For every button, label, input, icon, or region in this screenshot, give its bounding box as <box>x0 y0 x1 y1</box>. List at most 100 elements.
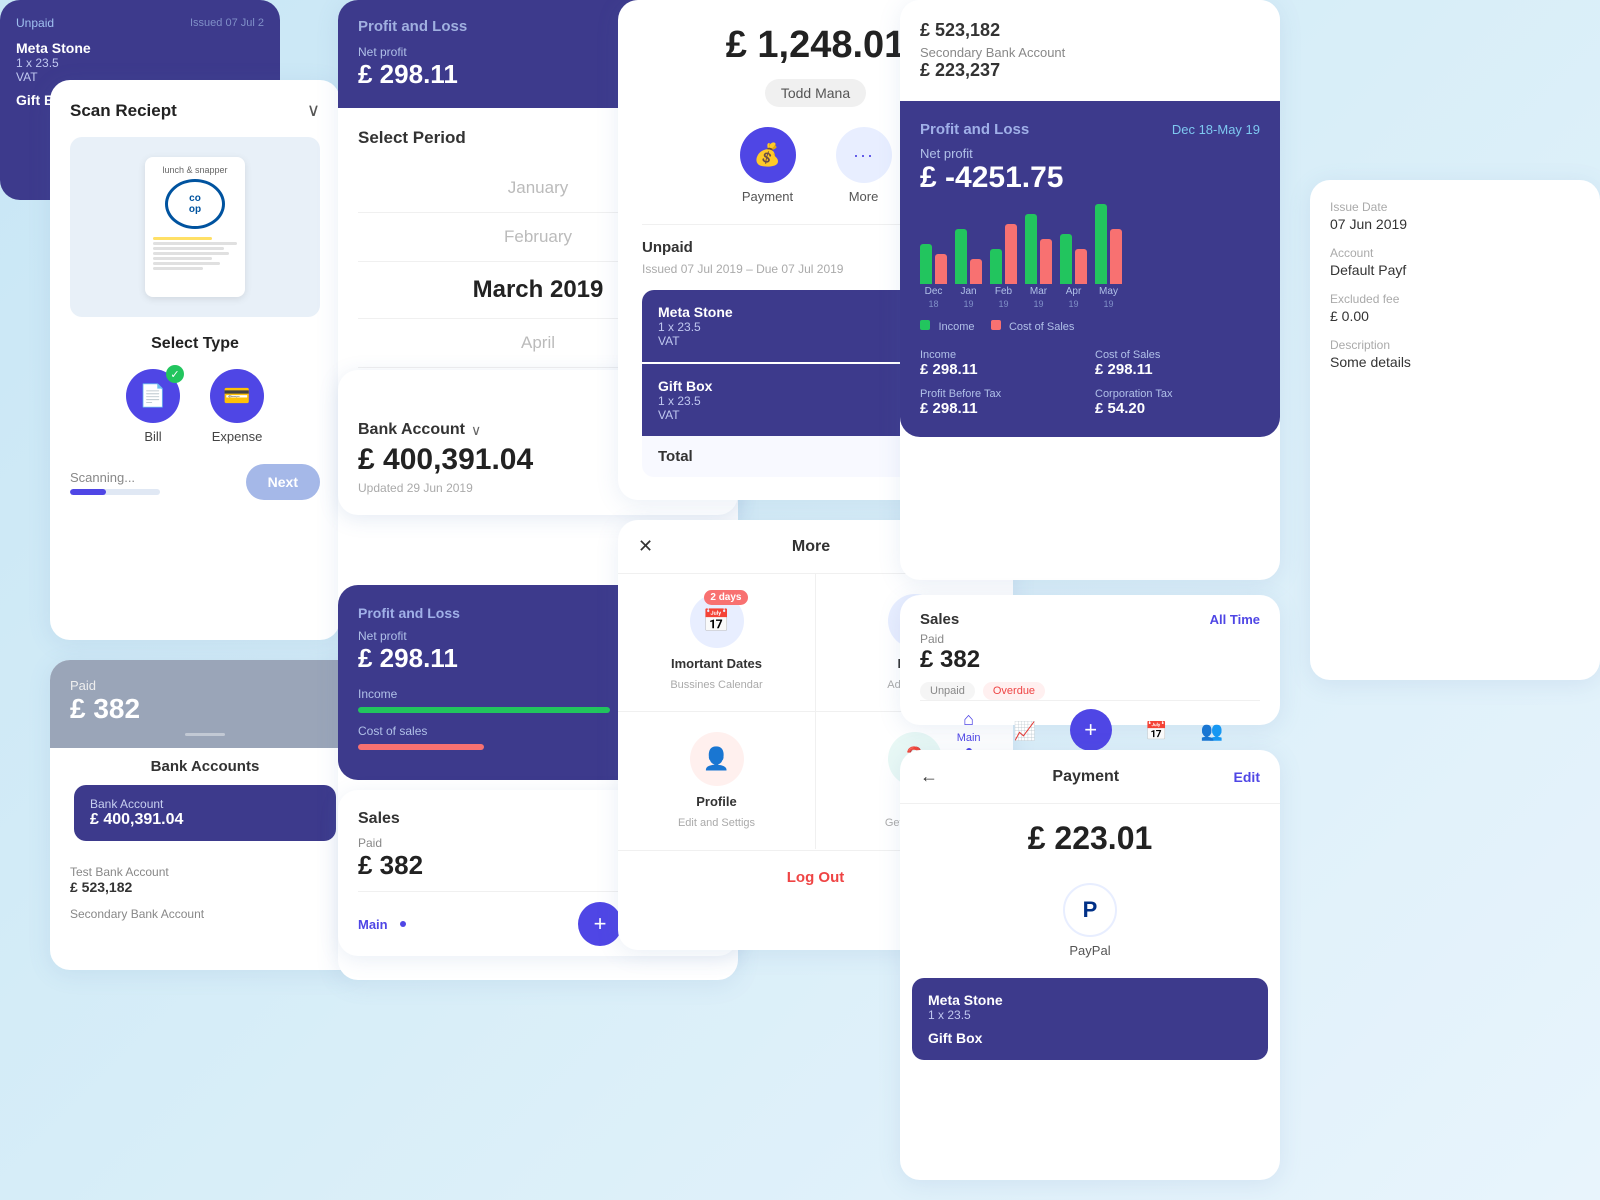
scan-receipt-panel: Scan Reciept ∨ lunch & snapper coop Sele… <box>50 80 340 640</box>
cost-legend-label: Cost of Sales <box>1009 321 1074 333</box>
bar-label-mar: Mar <box>1030 286 1047 297</box>
more-action[interactable]: ··· More <box>836 127 892 204</box>
bill-label: Bill <box>144 429 161 444</box>
paypal-logo: P <box>1063 883 1117 937</box>
home-icon: ⌂ <box>963 709 974 730</box>
chart-icon: 📈 <box>1014 721 1036 742</box>
payment-action[interactable]: 💰 Payment <box>740 127 796 204</box>
select-type-label: Select Type <box>70 335 320 353</box>
irc-item1-qty: 1 x 23.5 <box>16 56 264 70</box>
stat-profit: Profit Before Tax £ 298.11 <box>920 388 1085 417</box>
payment-title: Payment <box>1052 768 1119 786</box>
test-account-label: Test Bank Account <box>70 865 340 879</box>
first-bank-amount: £ 523,182 <box>920 20 1260 41</box>
secondary-account-label: Secondary Bank Account <box>70 907 340 921</box>
sales-right-title: Sales <box>920 611 959 628</box>
pnl-stats-grid: Income £ 298.11 Cost of Sales £ 298.11 P… <box>920 349 1260 417</box>
pay-item2-name: Gift Box <box>928 1030 1252 1046</box>
stat-tax-amount: £ 54.20 <box>1095 400 1260 417</box>
more-item-profile[interactable]: 👤 Profile Edit and Settigs <box>618 712 815 849</box>
stat-income-amount: £ 298.11 <box>920 361 1085 378</box>
payment-back-button[interactable]: ← <box>920 766 938 787</box>
stat-cost: Cost of Sales £ 298.11 <box>1095 349 1260 378</box>
income-progress-bar <box>358 707 610 713</box>
bar-group-dec: Dec18 <box>920 244 947 309</box>
chart-legend: Income Cost of Sales <box>920 317 1260 335</box>
invoice-user-tag[interactable]: Todd Mana <box>765 79 866 107</box>
more-item-dates[interactable]: 📅 2 days Imortant Dates Bussines Calenda… <box>618 574 815 711</box>
bar-coral-apr <box>1075 249 1087 284</box>
coop-logo-text: coop <box>189 193 201 215</box>
next-button[interactable]: Next <box>246 464 320 500</box>
nav-main[interactable]: ⌂ Main <box>957 709 981 754</box>
bar-sublabel-may: 19 <box>1103 299 1113 309</box>
nav-people[interactable]: 👥 <box>1201 721 1223 742</box>
add-button[interactable]: + <box>578 902 622 946</box>
bill-type-item[interactable]: 📄 ✓ Bill <box>126 369 180 444</box>
sales-tab-main[interactable]: Main <box>358 917 388 932</box>
dates-badge: 2 days <box>704 590 747 605</box>
test-account-section: Test Bank Account £ 523,182 <box>50 857 360 903</box>
check-icon: ✓ <box>166 365 184 383</box>
test-account-amount: £ 523,182 <box>70 879 340 895</box>
bar-label-apr: Apr <box>1066 286 1082 297</box>
nav-add[interactable]: + <box>1070 713 1112 751</box>
details-panel: Issue Date 07 Jun 2019 Account Default P… <box>1310 180 1600 680</box>
pay-item-qty: 1 x 23.5 <box>928 1008 1252 1022</box>
close-button[interactable]: ✕ <box>638 536 653 557</box>
pnl-right-panel: £ 523,182 Secondary Bank Account £ 223,2… <box>900 0 1280 580</box>
chevron-icon[interactable]: ∨ <box>307 100 320 121</box>
excluded-fee-value: £ 0.00 <box>1330 308 1580 324</box>
select-period-title: Select Period <box>358 128 466 148</box>
nav-calendar[interactable]: 📅 <box>1145 721 1167 742</box>
invoice-status: Unpaid <box>642 239 693 256</box>
expense-type-item[interactable]: 💳 Expense <box>210 369 264 444</box>
cost-progress-bar <box>358 744 484 750</box>
issue-date-label: Issue Date <box>1330 200 1580 214</box>
issue-date-value: 07 Jun 2019 <box>1330 216 1580 232</box>
profile-sub: Edit and Settigs <box>678 817 755 829</box>
bar-chart: Dec18Jan19Feb19Mar19Apr19May19 <box>920 209 1260 309</box>
nav-people-icon: 👥 <box>1201 721 1223 742</box>
pnl-title: Profit and Loss <box>358 18 467 35</box>
stat-income: Income £ 298.11 <box>920 349 1085 378</box>
irc-status: Unpaid <box>16 16 54 30</box>
bar-coral-feb <box>1005 224 1017 284</box>
sales-right-period[interactable]: All Time <box>1210 612 1260 627</box>
nav-calendar-icon: 📅 <box>1145 721 1167 742</box>
overdue-tag: Overdue <box>983 682 1045 700</box>
more-title: More <box>792 538 830 556</box>
bank-account-item-main[interactable]: Bank Account £ 400,391.04 <box>50 785 360 857</box>
pnl-right-period[interactable]: Dec 18-May 19 <box>1172 122 1260 137</box>
bar-sublabel-mar: 19 <box>1033 299 1043 309</box>
bar-green-may <box>1095 204 1107 284</box>
payment-edit-button[interactable]: Edit <box>1234 769 1260 785</box>
pnl-right-title: Profit and Loss <box>920 121 1029 138</box>
profile-label: Profile <box>696 794 736 809</box>
expense-label: Expense <box>212 429 263 444</box>
pay-item-name: Meta Stone <box>928 992 1252 1008</box>
account-row: Account Default Payf <box>1330 246 1580 278</box>
paid-amount: £ 382 <box>70 693 340 725</box>
stat-profit-label: Profit Before Tax <box>920 388 1085 400</box>
unpaid-tag: Unpaid <box>920 682 975 700</box>
dates-sub: Bussines Calendar <box>670 679 762 691</box>
bar-sublabel-dec: 18 <box>928 299 938 309</box>
scanning-text: Scanning... <box>70 470 160 485</box>
sales-right-amount: £ 382 <box>920 646 1260 674</box>
bank-account-chevron[interactable]: ∨ <box>471 422 481 439</box>
main-account-amount: £ 400,391.04 <box>90 811 320 829</box>
pnl2-income-label: Income <box>358 687 397 701</box>
nav-chart[interactable]: 📈 <box>1014 721 1036 742</box>
pnl-right-net-amount: £ -4251.75 <box>920 161 1260 195</box>
scan-progress-bar <box>70 489 160 495</box>
bar-group-jan: Jan19 <box>955 229 982 309</box>
stat-cost-label: Cost of Sales <box>1095 349 1260 361</box>
income-legend-label: Income <box>938 321 974 333</box>
income-legend-dot <box>920 320 930 330</box>
paid-label: Paid <box>70 678 340 693</box>
secondary-bank-label: Secondary Bank Account <box>920 45 1260 60</box>
pnl-right-main: Profit and Loss Dec 18-May 19 Net profit… <box>900 101 1280 437</box>
bar-sublabel-feb: 19 <box>998 299 1008 309</box>
add-center-button[interactable]: + <box>1070 709 1112 751</box>
